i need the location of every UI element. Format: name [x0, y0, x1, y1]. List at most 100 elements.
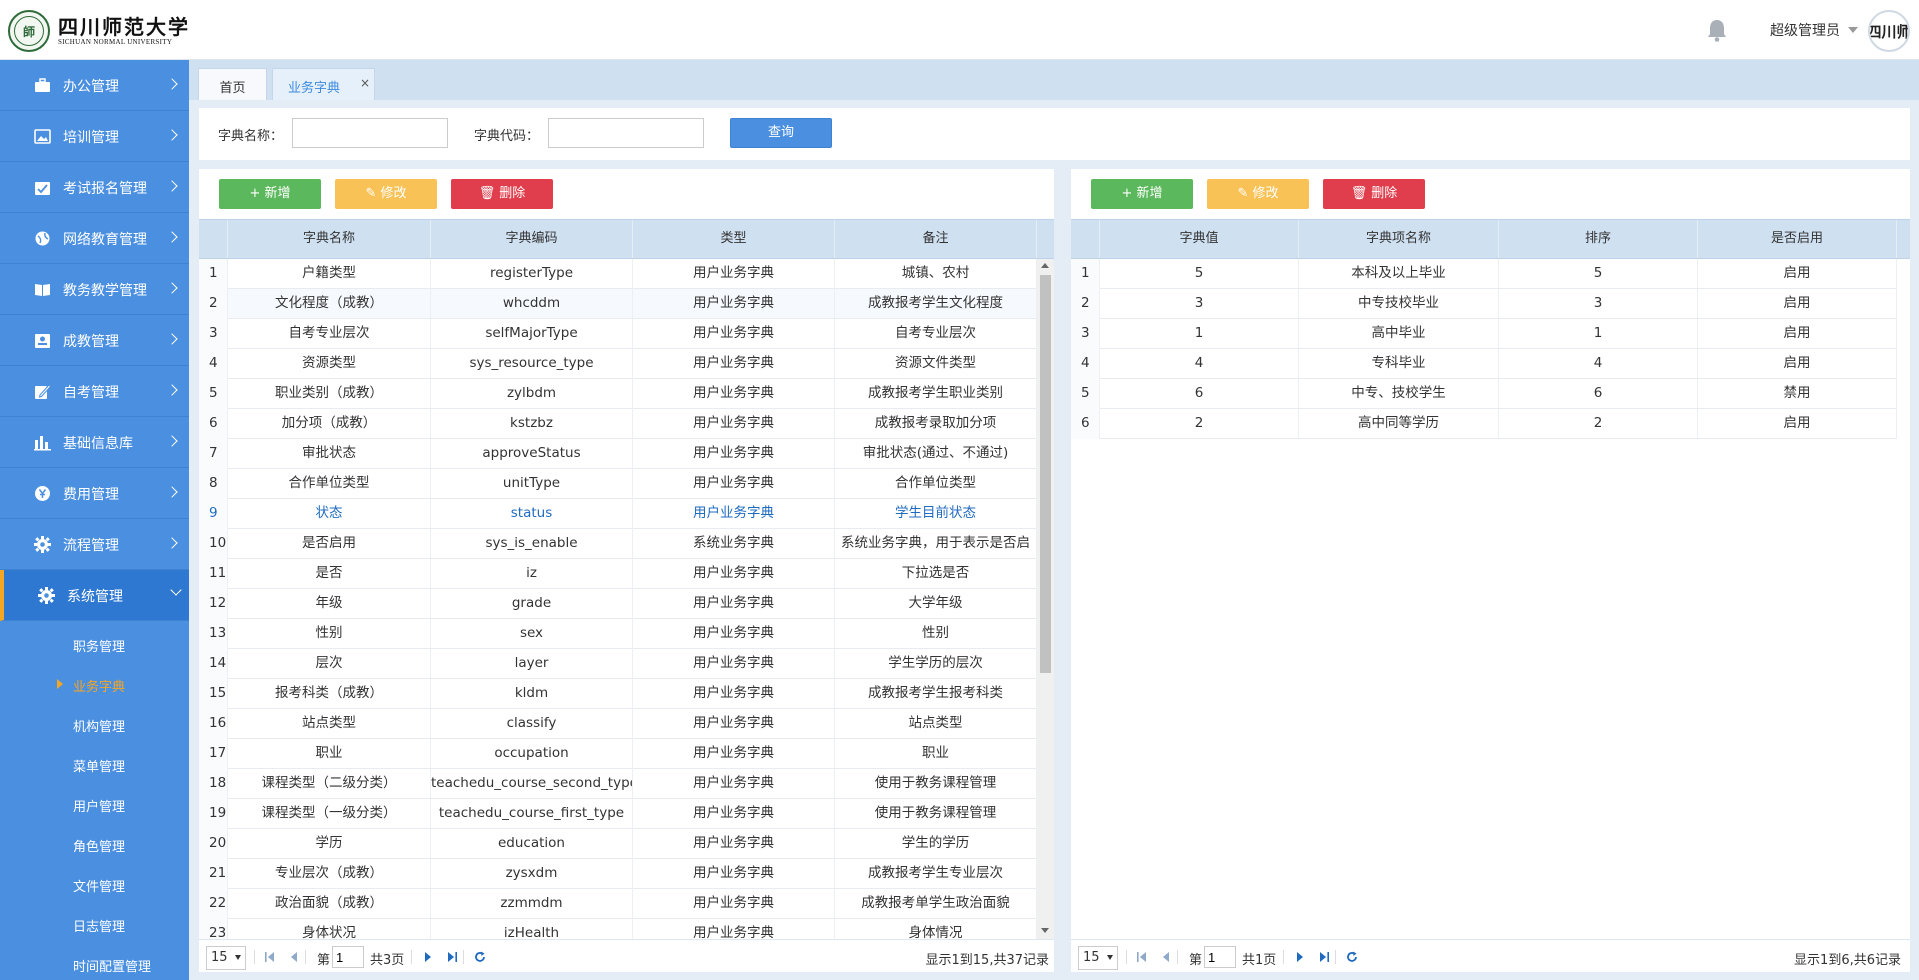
sidebar-item-6[interactable]: 成教管理 — [0, 315, 189, 366]
table-row[interactable]: 6 2 高中同等学历 2 启用 — [1071, 409, 1897, 439]
column-header[interactable]: 排序 — [1499, 220, 1698, 258]
table-row[interactable]: 7 审批状态 approveStatus 用户业务字典 审批状态(通过、不通过) — [199, 439, 1037, 469]
sidebar-item-10[interactable]: 流程管理 — [0, 519, 189, 570]
add-item-button[interactable]: + 新增 — [1091, 179, 1193, 209]
page-size-select[interactable]: 15 — [206, 946, 246, 970]
table-cell: 用户业务字典 — [633, 469, 835, 499]
column-header[interactable]: 类型 — [633, 220, 835, 258]
university-logo[interactable]: 師 四川师范大学 SICHUAN NORMAL UNIVERSITY — [8, 10, 190, 52]
sidebar-subitem-3[interactable]: 机构管理 — [0, 704, 189, 744]
first-page-icon[interactable] — [1137, 952, 1147, 962]
add-dictionary-button[interactable]: + 新增 — [219, 179, 321, 209]
table-row[interactable]: 22 政治面貌（成教） zzmmdm 用户业务字典 成教报考单学生政治面貌 — [199, 889, 1037, 919]
column-header[interactable]: 字典项名称 — [1299, 220, 1499, 258]
refresh-icon[interactable] — [474, 951, 486, 963]
sidebar-subitem-4[interactable]: 菜单管理 — [0, 744, 189, 784]
row-number: 5 — [1071, 379, 1100, 409]
next-page-icon[interactable] — [1295, 952, 1305, 962]
sidebar-item-2[interactable]: 培训管理 — [0, 111, 189, 162]
table-row[interactable]: 14 层次 layer 用户业务字典 学生学历的层次 — [199, 649, 1037, 679]
tab-business-dictionary[interactable]: 业务字典 × — [272, 68, 375, 100]
table-row[interactable]: 11 是否 iz 用户业务字典 下拉选是否 — [199, 559, 1037, 589]
page-number-input[interactable] — [332, 946, 364, 968]
table-cell: 系统业务字典，用于表示是否启 — [835, 529, 1037, 559]
next-page-icon[interactable] — [423, 952, 433, 962]
sidebar-subitem-5[interactable]: 用户管理 — [0, 784, 189, 824]
table-row[interactable]: 17 职业 occupation 用户业务字典 职业 — [199, 739, 1037, 769]
sidebar-item-3[interactable]: 考试报名管理 — [0, 162, 189, 213]
prev-page-icon[interactable] — [289, 952, 299, 962]
table-row[interactable]: 2 3 中专技校毕业 3 启用 — [1071, 289, 1897, 319]
table-row[interactable]: 12 年级 grade 用户业务字典 大学年级 — [199, 589, 1037, 619]
scroll-up-icon[interactable] — [1041, 263, 1049, 268]
user-dropdown-caret-icon[interactable] — [1848, 27, 1858, 33]
sidebar-item-1[interactable]: 办公管理 — [0, 60, 189, 111]
table-row[interactable]: 21 专业层次（成教） zysxdm 用户业务字典 成教报考学生专业层次 — [199, 859, 1037, 889]
table-row[interactable]: 18 课程类型（二级分类） teachedu_course_second_type 用… — [199, 769, 1037, 799]
table-row[interactable]: 5 6 中专、技校学生 6 禁用 — [1071, 379, 1897, 409]
table-row[interactable]: 3 1 高中毕业 1 启用 — [1071, 319, 1897, 349]
user-name[interactable]: 超级管理员 — [1770, 20, 1840, 40]
table-row[interactable]: 1 户籍类型 registerType 用户业务字典 城镇、农村 — [199, 259, 1037, 289]
dict-name-input[interactable] — [292, 118, 448, 148]
edit-item-button[interactable]: ✎ 修改 — [1207, 179, 1309, 209]
first-page-icon[interactable] — [265, 952, 275, 962]
sidebar-item-5[interactable]: 教务教学管理 — [0, 264, 189, 315]
sidebar-item-11[interactable]: 系统管理 — [0, 570, 189, 621]
table-cell: selfMajorType — [431, 319, 633, 349]
table-row[interactable]: 10 是否启用 sys_is_enable 系统业务字典 系统业务字典，用于表示是否启 — [199, 529, 1037, 559]
table-row[interactable]: 5 职业类别（成教） zylbdm 用户业务字典 成教报考学生职业类别 — [199, 379, 1037, 409]
page-size-select[interactable]: 15 — [1078, 946, 1118, 970]
column-header[interactable]: 备注 — [835, 220, 1037, 258]
table-row[interactable]: 13 性别 sex 用户业务字典 性别 — [199, 619, 1037, 649]
close-icon[interactable]: × — [360, 76, 370, 90]
avatar[interactable]: 四川师 — [1868, 10, 1910, 52]
sidebar-subitem-2[interactable]: 业务字典 — [0, 664, 189, 704]
table-row[interactable]: 4 4 专科毕业 4 启用 — [1071, 349, 1897, 379]
sidebar-item-9[interactable]: 费用管理 — [0, 468, 189, 519]
table-cell: 大学年级 — [835, 589, 1037, 619]
sidebar-subitem-8[interactable]: 日志管理 — [0, 904, 189, 944]
sidebar-item-7[interactable]: 自考管理 — [0, 366, 189, 417]
tab-home[interactable]: 首页 — [198, 68, 267, 100]
sidebar-subitem-7[interactable]: 文件管理 — [0, 864, 189, 904]
table-row[interactable]: 15 报考科类（成教） kldm 用户业务字典 成教报考学生报考科类 — [199, 679, 1037, 709]
scrollbar-thumb[interactable] — [1040, 275, 1051, 673]
table-row[interactable]: 9 状态 status 用户业务字典 学生目前状态 — [199, 499, 1037, 529]
query-button[interactable]: 查询 — [730, 118, 832, 148]
prev-page-icon[interactable] — [1161, 952, 1171, 962]
table-scrollbar[interactable] — [1037, 259, 1054, 939]
delete-dictionary-button[interactable]: 🗑 删除 — [451, 179, 553, 209]
refresh-icon[interactable] — [1346, 951, 1358, 963]
edit-label: 修改 — [1252, 186, 1279, 201]
column-header[interactable]: 字典值 — [1100, 220, 1299, 258]
bell-icon[interactable] — [1706, 18, 1728, 42]
table-cell: 身体情况 — [835, 919, 1037, 939]
sidebar-subitem-6[interactable]: 角色管理 — [0, 824, 189, 864]
table-row[interactable]: 2 文化程度（成教） whcddm 用户业务字典 成教报考学生文化程度 — [199, 289, 1037, 319]
sidebar-item-8[interactable]: 基础信息库 — [0, 417, 189, 468]
scroll-down-icon[interactable] — [1041, 928, 1049, 933]
table-row[interactable]: 16 站点类型 classify 用户业务字典 站点类型 — [199, 709, 1037, 739]
last-page-icon[interactable] — [1319, 952, 1329, 962]
last-page-icon[interactable] — [447, 952, 457, 962]
table-row[interactable]: 8 合作单位类型 unitType 用户业务字典 合作单位类型 — [199, 469, 1037, 499]
table-row[interactable]: 4 资源类型 sys_resource_type 用户业务字典 资源文件类型 — [199, 349, 1037, 379]
sidebar-item-4[interactable]: 网络教育管理 — [0, 213, 189, 264]
edit-icon — [35, 384, 51, 399]
table-row[interactable]: 6 加分项（成教） kstzbz 用户业务字典 成教报考录取加分项 — [199, 409, 1037, 439]
table-row[interactable]: 23 身体状况 izHealth 用户业务字典 身体情况 — [199, 919, 1037, 939]
column-header[interactable]: 字典编码 — [431, 220, 633, 258]
sidebar-subitem-9[interactable]: 时间配置管理 — [0, 944, 189, 980]
page-number-input[interactable] — [1204, 946, 1236, 968]
column-header[interactable]: 字典名称 — [228, 220, 431, 258]
sidebar-subitem-1[interactable]: 职务管理 — [0, 624, 189, 664]
edit-dictionary-button[interactable]: ✎ 修改 — [335, 179, 437, 209]
dict-code-input[interactable] — [548, 118, 704, 148]
column-header[interactable]: 是否启用 — [1698, 220, 1897, 258]
table-row[interactable]: 20 学历 education 用户业务字典 学生的学历 — [199, 829, 1037, 859]
delete-item-button[interactable]: 🗑 删除 — [1323, 179, 1425, 209]
table-row[interactable]: 19 课程类型（一级分类） teachedu_course_first_type 用户… — [199, 799, 1037, 829]
table-row[interactable]: 3 自考专业层次 selfMajorType 用户业务字典 自考专业层次 — [199, 319, 1037, 349]
table-row[interactable]: 1 5 本科及以上毕业 5 启用 — [1071, 259, 1897, 289]
